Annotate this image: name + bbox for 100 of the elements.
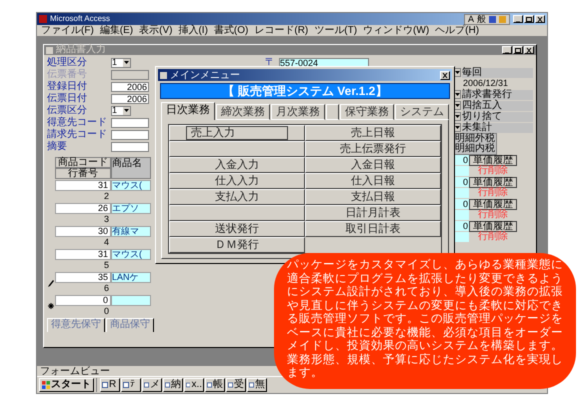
text-field[interactable] — [111, 70, 149, 80]
column-header[interactable]: 商品名 — [111, 157, 151, 179]
close-button[interactable] — [524, 46, 534, 54]
menu-item[interactable]: 書式(O) — [214, 25, 248, 36]
tab[interactable]: 日次業務 — [161, 102, 215, 120]
taskbar-button[interactable]: ﾃ — [121, 378, 141, 392]
window-icon — [228, 382, 233, 388]
tab[interactable]: 月次業務 — [271, 104, 325, 120]
tab[interactable]: 保守業務 — [340, 104, 394, 120]
taskbar-button[interactable]: 受 — [226, 378, 246, 392]
menu-button[interactable]: 仕入日報 — [305, 173, 441, 189]
table-cell[interactable]: 有線マ — [111, 226, 151, 237]
table-cell[interactable]: 31 — [55, 249, 111, 260]
tab[interactable]: システム — [395, 104, 449, 120]
table-cell[interactable]: 0 — [55, 295, 111, 306]
menu-button[interactable]: 送状発行 — [169, 221, 305, 237]
menu-button[interactable]: 入金入力 — [169, 157, 305, 173]
menu-button[interactable]: 取引日計表 — [305, 221, 441, 237]
blank-button[interactable] — [169, 141, 305, 157]
menu-button[interactable]: 支払日報 — [305, 189, 441, 205]
taskbar-button[interactable]: メ — [142, 378, 162, 392]
table-cell[interactable] — [111, 295, 151, 306]
table-cell[interactable]: LANケ — [111, 272, 151, 283]
menu-button[interactable]: 売上入力 — [169, 125, 305, 141]
taskbar-button[interactable]: x.. — [184, 378, 204, 392]
minimize-button[interactable] — [513, 15, 523, 23]
menu-item[interactable]: ヘルプ(H) — [435, 25, 480, 36]
menu-item[interactable]: 編集(E) — [100, 25, 134, 36]
pencil-icon — [48, 280, 54, 286]
text-field[interactable]: 2006 — [111, 94, 149, 104]
ime-toolbar[interactable]: A 般 — [464, 14, 510, 24]
field-label: 伝票日付 — [47, 93, 88, 104]
menu-item[interactable]: ツール(T) — [314, 25, 358, 36]
maximize-button[interactable] — [513, 46, 523, 54]
text-field[interactable] — [111, 118, 149, 128]
history-button[interactable]: 単価履歴 — [469, 155, 517, 166]
tab[interactable]: 締次業務 — [216, 104, 270, 120]
column-header[interactable]: 商品コード — [55, 157, 111, 168]
window-icon — [165, 382, 170, 388]
history-button[interactable]: 単価履歴 — [469, 221, 517, 232]
taskbar-button[interactable]: 帳 — [205, 378, 225, 392]
dropdown[interactable]: 未集計 — [462, 122, 533, 132]
maximize-button[interactable] — [524, 15, 534, 23]
menu-button[interactable]: 売上伝票発行 — [305, 141, 441, 157]
text-field[interactable] — [111, 142, 149, 152]
close-icon — [525, 46, 533, 54]
date-field[interactable]: 2006/12/31 — [453, 78, 533, 89]
blank-button[interactable] — [169, 205, 305, 221]
window-icon — [102, 382, 108, 388]
menu-button[interactable]: 入金日報 — [305, 157, 441, 173]
form-icon — [160, 72, 167, 78]
ime-mode-label: A — [468, 14, 474, 24]
menu-item[interactable]: レコード(R) — [254, 25, 308, 36]
table-cell[interactable]: マウス( — [111, 180, 151, 191]
window-title: メインメニュー — [170, 70, 240, 80]
dropdown[interactable]: 請求書発行 — [462, 90, 533, 100]
field-label: 請求先コード — [47, 129, 108, 140]
taskbar-button[interactable]: 無 — [247, 378, 267, 392]
history-button[interactable]: 単価履歴 — [469, 177, 517, 188]
dropdown[interactable]: 毎回 — [462, 68, 533, 78]
menu-item[interactable]: 挿入(I) — [178, 25, 208, 36]
close-button[interactable] — [535, 15, 545, 23]
column-header[interactable]: 行番号 — [55, 168, 111, 179]
menu-item[interactable]: ウィンドウ(W) — [363, 25, 430, 36]
field-label: 登録日付 — [47, 81, 88, 92]
menu-button[interactable]: 支払入力 — [169, 189, 305, 205]
history-button[interactable]: 単価履歴 — [469, 199, 517, 210]
maximize-icon — [514, 46, 522, 54]
taskbar-button[interactable]: R — [100, 378, 120, 392]
table-cell[interactable]: 35 — [55, 272, 111, 283]
window-title: Microsoft Access — [50, 14, 110, 24]
table-cell[interactable]: 30 — [55, 226, 111, 237]
dropdown-arrow-icon — [123, 58, 130, 66]
maximize-icon — [525, 16, 533, 22]
menu-button[interactable]: ＤＭ発行 — [169, 237, 305, 253]
text-field[interactable]: 2006 — [111, 82, 149, 92]
tab[interactable] — [326, 104, 339, 120]
dropdown[interactable]: 1 — [111, 106, 131, 116]
taskbar-button[interactable]: 納 — [163, 378, 183, 392]
minimize-button[interactable] — [502, 46, 512, 54]
form-icon — [46, 46, 53, 54]
table-cell[interactable]: マウス( — [111, 249, 151, 260]
menu-item[interactable]: ファイル(F) — [41, 25, 94, 36]
column-header: 明細内税 — [455, 144, 495, 154]
table-cell[interactable]: 26 — [55, 203, 111, 214]
window-icon — [249, 382, 254, 388]
close-button[interactable] — [440, 70, 450, 80]
text-field[interactable]: 557-0024 — [279, 58, 369, 68]
dropdown[interactable]: 切り捨て — [462, 112, 533, 122]
app-icon — [39, 15, 47, 23]
dropdown[interactable]: 1 — [111, 58, 131, 68]
table-cell[interactable]: 31 — [55, 180, 111, 191]
start-button[interactable]: スタート — [39, 378, 94, 392]
menu-button[interactable]: 仕入入力 — [169, 173, 305, 189]
menu-button[interactable]: 日計月計表 — [305, 205, 441, 221]
menu-item[interactable]: 表示(V) — [139, 25, 172, 36]
dropdown[interactable]: 四捨五入 — [462, 100, 533, 110]
menu-button[interactable]: 売上日報 — [305, 125, 441, 141]
table-cell[interactable]: エプソ — [111, 203, 151, 214]
text-field[interactable] — [111, 130, 149, 140]
